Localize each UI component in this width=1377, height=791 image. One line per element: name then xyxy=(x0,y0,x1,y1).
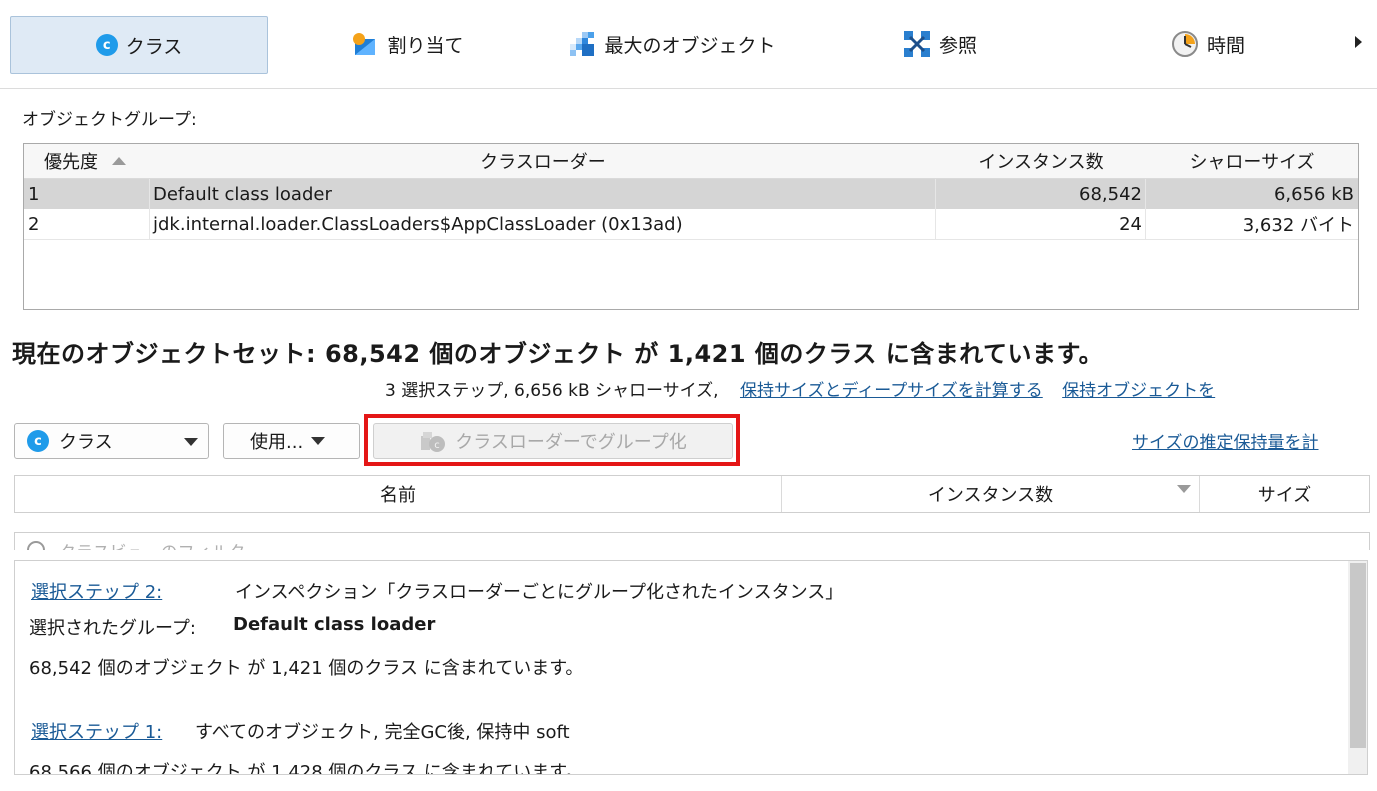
selected-group-label: 選択されたグループ: xyxy=(29,618,196,639)
search-icon xyxy=(27,541,45,550)
tab-references-label: 参照 xyxy=(938,34,977,57)
tab-time[interactable]: 時間 xyxy=(1158,16,1258,72)
vertical-scrollbar[interactable] xyxy=(1348,561,1367,774)
cell-shallow-size: 6,656 kB xyxy=(1273,183,1354,205)
selection-step-1-summary: 68,566 個のオブジェクト が 1,428 個のクラス に含まれています。 xyxy=(29,762,584,775)
biggest-objects-icon xyxy=(568,30,596,58)
table-row[interactable]: 2 jdk.internal.loader.ClassLoaders$AppCl… xyxy=(24,209,1358,240)
class-icon: c xyxy=(27,430,49,452)
selection-step-2-text: インスペクション「クラスローダーごとにグループ化されたインスタンス」 xyxy=(235,582,844,603)
sort-descending-icon xyxy=(1177,485,1191,493)
header-name[interactable]: 名前 xyxy=(15,476,782,512)
current-object-set-title: 現在のオブジェクトセット: 68,542 個のオブジェクト が 1,421 個の… xyxy=(12,340,1104,368)
view-selector-bar: c クラス 割り当て 最大のオブジェクト 参照 時間 xyxy=(0,0,1377,89)
tab-allocations[interactable]: 割り当て xyxy=(335,16,480,72)
view-combo[interactable]: c クラス xyxy=(14,423,209,459)
header-instance-count[interactable]: インスタンス数 xyxy=(936,144,1147,179)
selection-step-2-link[interactable]: 選択ステップ 2: xyxy=(31,578,162,604)
estimate-retained-sizes-link[interactable]: サイズの推定保持量を計 xyxy=(1132,428,1319,453)
cell-priority: 1 xyxy=(24,179,150,209)
header-size[interactable]: サイズ xyxy=(1200,476,1369,512)
tab-references[interactable]: 参照 xyxy=(890,16,990,72)
references-icon xyxy=(903,30,931,58)
class-filter-input[interactable]: クラスビューのフィルタ xyxy=(59,538,245,550)
selection-summary: 3 選択ステップ, 6,656 kB シャローサイズ, xyxy=(385,381,719,401)
selection-history-pane: 選択ステップ 2: インスペクション「クラスローダーごとにグループ化されたインス… xyxy=(14,560,1368,775)
header-instance-count[interactable]: インスタンス数 xyxy=(782,476,1200,512)
view-combo-label: クラス xyxy=(59,432,113,453)
dropdown-caret-icon xyxy=(311,437,326,445)
header-shallow-size[interactable]: シャローサイズ xyxy=(1146,144,1358,179)
dropdown-caret-icon xyxy=(184,438,198,446)
cell-class-loader: jdk.internal.loader.ClassLoaders$AppClas… xyxy=(150,209,936,239)
tab-biggest-objects[interactable]: 最大のオブジェクト xyxy=(552,16,792,72)
tab-allocations-label: 割り当て xyxy=(387,34,464,57)
highlight-box xyxy=(364,414,740,466)
cell-instance-count: 68,542 xyxy=(936,179,1146,209)
object-group-table: 優先度 クラスローダー インスタンス数 シャローサイズ 1 Default cl… xyxy=(23,143,1359,310)
use-dropdown-button[interactable]: 使用... xyxy=(223,423,360,459)
more-tabs-arrow-icon[interactable] xyxy=(1355,36,1362,48)
scrollbar-thumb[interactable] xyxy=(1350,563,1366,748)
selection-step-1-link[interactable]: 選択ステップ 1: xyxy=(31,718,162,744)
tab-biggest-objects-label: 最大のオブジェクト xyxy=(604,34,776,57)
tab-time-label: 時間 xyxy=(1206,34,1245,57)
clock-icon xyxy=(1171,30,1199,58)
cell-priority: 2 xyxy=(24,209,150,239)
class-table: 名前 インスタンス数 サイズ xyxy=(14,475,1370,513)
cell-class-loader: Default class loader xyxy=(150,179,936,209)
cell-instance-count: 24 xyxy=(936,209,1146,239)
sort-ascending-icon xyxy=(112,157,126,165)
retained-objects-link[interactable]: 保持オブジェクトを xyxy=(1062,381,1215,401)
selected-group-value: Default class loader xyxy=(233,614,436,635)
allocation-icon xyxy=(351,31,379,57)
class-filter-bar[interactable]: クラスビューのフィルタ xyxy=(14,532,1370,550)
calculate-retained-sizes-link[interactable]: 保持サイズとディープサイズを計算する xyxy=(740,381,1043,401)
table-row[interactable]: 1 Default class loader 68,542 6,656 kB xyxy=(24,179,1358,209)
selection-step-1-text: すべてのオブジェクト, 完全GC後, 保持中 soft xyxy=(195,722,570,743)
use-dropdown-label: 使用... xyxy=(250,432,304,453)
header-priority[interactable]: 優先度 xyxy=(24,144,151,179)
status-line: 3 選択ステップ, 6,656 kB シャローサイズ, 保持サイズとディープサイ… xyxy=(385,376,1215,401)
tab-classes[interactable]: c クラス xyxy=(10,16,268,74)
class-icon: c xyxy=(95,34,118,56)
object-group-label: オブジェクトグループ: xyxy=(22,110,197,130)
cell-shallow-size: 3,632 バイト xyxy=(1242,215,1354,236)
header-class-loader[interactable]: クラスローダー xyxy=(150,144,937,179)
selection-step-2-summary: 68,542 個のオブジェクト が 1,421 個のクラス に含まれています。 xyxy=(29,658,584,679)
tab-classes-label: クラス xyxy=(125,35,183,58)
